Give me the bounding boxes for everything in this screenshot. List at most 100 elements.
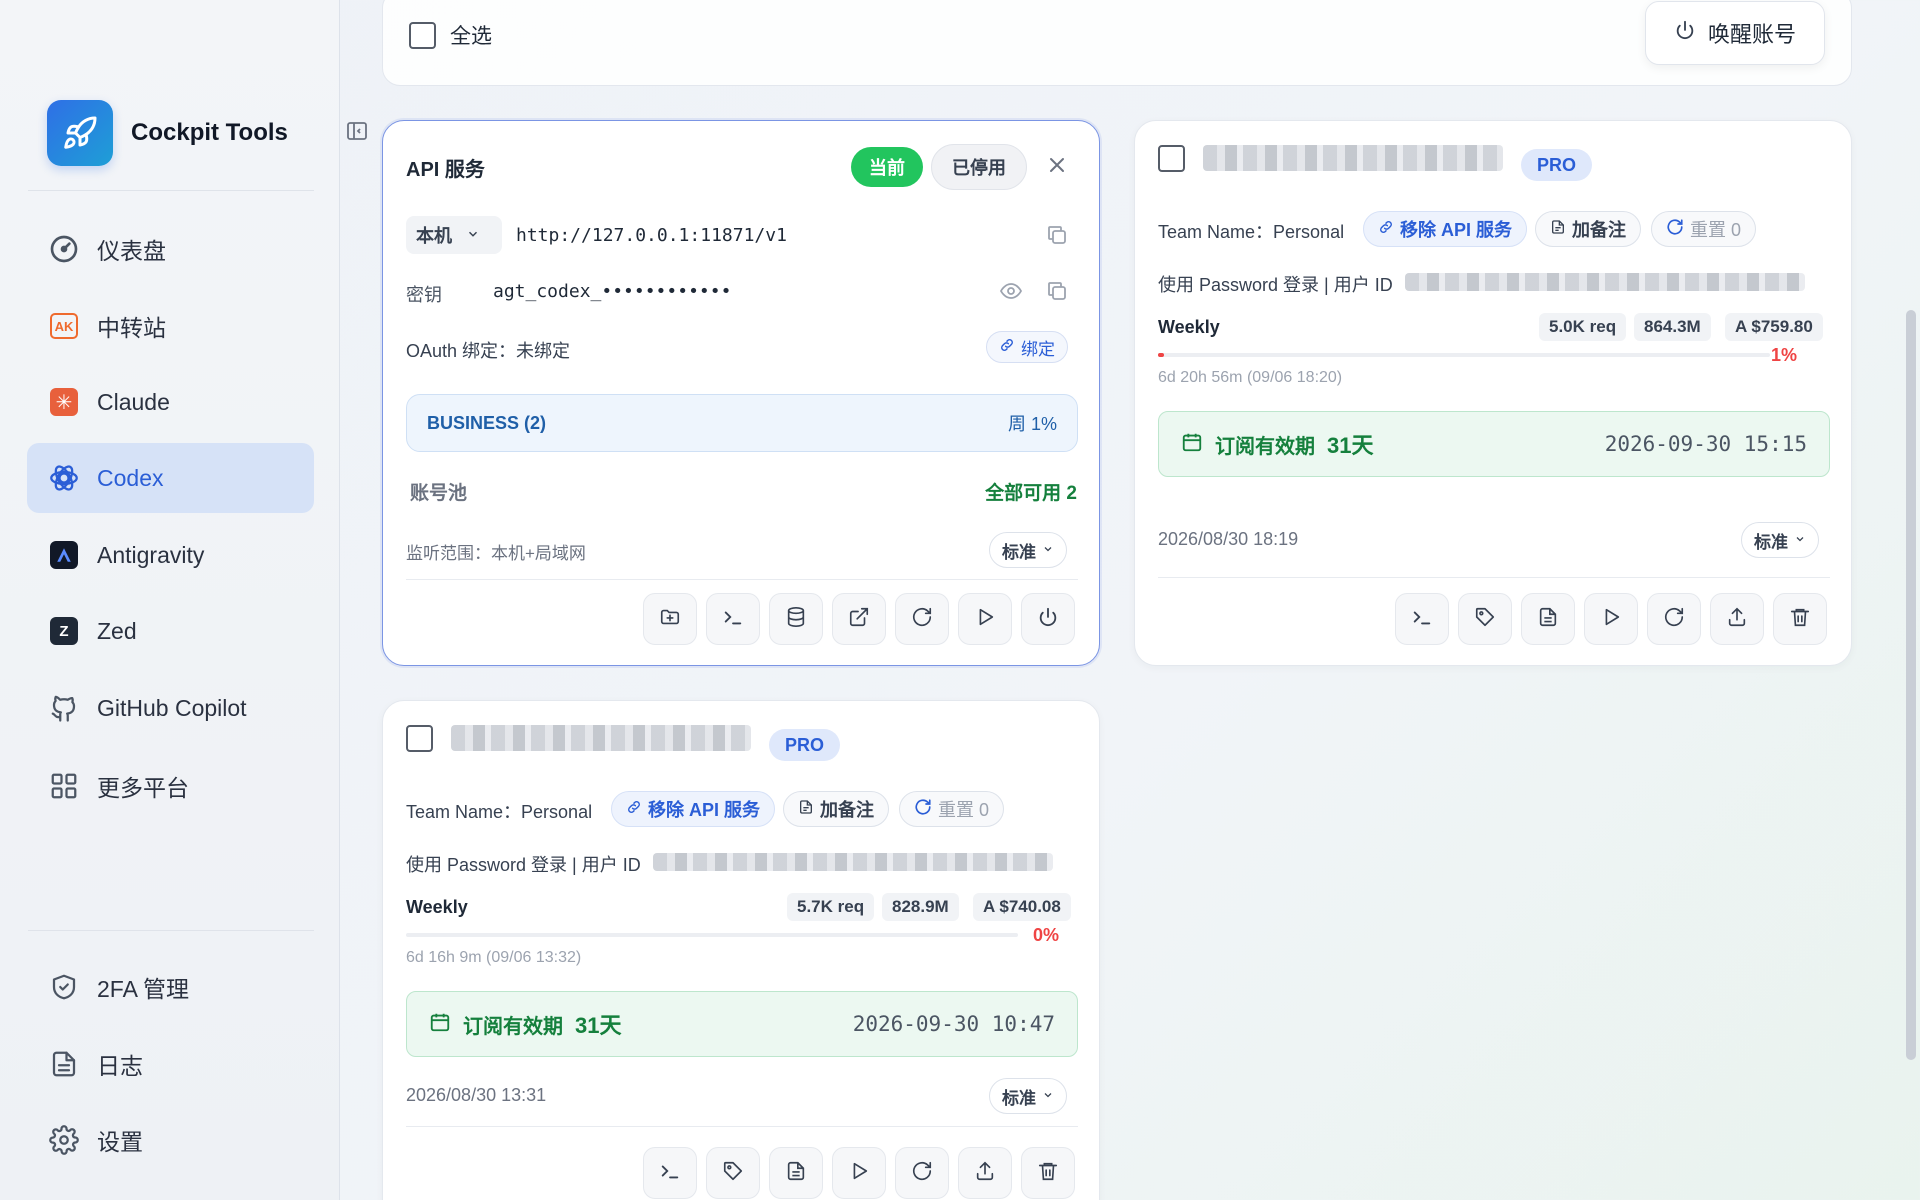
open-folder-button[interactable] — [643, 593, 697, 645]
start-button[interactable] — [832, 1147, 886, 1199]
subscription-date: 2026-09-30 10:47 — [852, 1012, 1055, 1036]
select-all-checkbox[interactable] — [409, 21, 436, 49]
account-checkbox[interactable] — [406, 725, 433, 752]
terminal-button[interactable] — [706, 593, 760, 645]
user-id-redacted — [1405, 273, 1805, 291]
plan-badge: PRO — [769, 729, 841, 761]
terminal-icon — [659, 1160, 681, 1187]
business-usage: 周 1% — [1007, 414, 1057, 434]
document-button[interactable] — [769, 1147, 823, 1199]
sidebar-item-claude[interactable]: ✳ Claude — [27, 367, 314, 437]
cost: A $740.08 — [973, 893, 1071, 921]
created-date: 2026/08/30 13:31 — [406, 1085, 547, 1105]
subscription-days: 31天 — [1327, 433, 1374, 458]
copy-url-icon[interactable] — [1045, 223, 1069, 252]
trash-icon — [1037, 1160, 1059, 1187]
weekly-progress-fill — [1158, 353, 1165, 357]
open-external-button[interactable] — [832, 593, 886, 645]
sidebar-divider — [28, 930, 314, 931]
sidebar-item-github-copilot[interactable]: GitHub Copilot — [27, 673, 314, 743]
terminal-icon — [722, 606, 744, 633]
request-count: 5.7K req — [787, 893, 875, 921]
weekly-progress — [1158, 353, 1770, 357]
rocket-icon — [47, 100, 113, 166]
select-all-label: 全选 — [450, 25, 492, 48]
database-button[interactable] — [769, 593, 823, 645]
mode-select[interactable]: 标准 — [1741, 522, 1819, 558]
sidebar-item-relay[interactable]: AK 中转站 — [27, 291, 314, 361]
reset-label: 重置 0 — [1690, 220, 1742, 240]
refresh-icon — [914, 798, 932, 821]
disabled-toggle-button[interactable]: 已停用 — [931, 144, 1027, 190]
tag-icon — [1474, 606, 1496, 633]
main-scrollbar[interactable] — [1906, 310, 1916, 1060]
current-badge: 当前 — [851, 147, 923, 187]
sidebar-item-label: 日志 — [97, 1053, 143, 1079]
sidebar-collapse-button[interactable] — [343, 118, 371, 148]
sidebar-item-label: GitHub Copilot — [97, 694, 247, 721]
power-button[interactable] — [1021, 593, 1075, 645]
zed-icon: Z — [47, 614, 81, 648]
document-button[interactable] — [1521, 593, 1575, 645]
eye-icon[interactable] — [999, 279, 1023, 308]
api-service-card: API 服务 当前 已停用 本机 http://127.0.0.1:11871/… — [382, 120, 1100, 666]
host-select-value: 本机 — [416, 226, 452, 246]
sidebar: Cockpit Tools 仪表盘 AK 中转站 ✳ Claude Codex … — [0, 0, 340, 1200]
sidebar-item-label: Codex — [97, 464, 164, 491]
sidebar-item-antigravity[interactable]: Antigravity — [27, 520, 314, 590]
power-icon — [1037, 606, 1059, 633]
sidebar-item-codex[interactable]: Codex — [27, 443, 314, 513]
mode-value: 标准 — [1002, 1088, 1036, 1108]
add-note-button[interactable]: 加备注 — [1535, 211, 1641, 247]
sidebar-item-dashboard[interactable]: 仪表盘 — [27, 214, 314, 284]
account-checkbox[interactable] — [1158, 145, 1185, 172]
subscription-box: 订阅有效期 31天 2026-09-30 15:15 — [1158, 411, 1830, 477]
tag-button[interactable] — [706, 1147, 760, 1199]
export-button[interactable] — [1710, 593, 1764, 645]
sidebar-item-2fa[interactable]: 2FA 管理 — [27, 952, 314, 1022]
team-name: Team Name：Personal — [1158, 222, 1345, 242]
add-note-button[interactable]: 加备注 — [783, 791, 889, 827]
chevron-down-icon — [1794, 530, 1806, 550]
sidebar-item-label: Zed — [97, 617, 137, 644]
link-icon — [1378, 219, 1394, 240]
reset-button[interactable]: 重置 0 — [899, 791, 1005, 827]
sidebar-item-logs[interactable]: 日志 — [27, 1029, 314, 1099]
refresh-button[interactable] — [1647, 593, 1701, 645]
terminal-button[interactable] — [1395, 593, 1449, 645]
close-icon[interactable] — [1045, 153, 1069, 182]
tag-button[interactable] — [1458, 593, 1512, 645]
sidebar-item-label: 2FA 管理 — [97, 976, 190, 1002]
remove-api-button[interactable]: 移除 API 服务 — [611, 791, 776, 827]
host-select[interactable]: 本机 — [406, 216, 502, 254]
claude-icon: ✳ — [47, 385, 81, 419]
export-button[interactable] — [958, 1147, 1012, 1199]
sidebar-item-more-platforms[interactable]: 更多平台 — [27, 751, 314, 821]
remove-api-button[interactable]: 移除 API 服务 — [1363, 211, 1528, 247]
delete-button[interactable] — [1021, 1147, 1075, 1199]
chevron-down-icon — [1042, 1086, 1054, 1106]
delete-button[interactable] — [1773, 593, 1827, 645]
sidebar-item-zed[interactable]: Z Zed — [27, 596, 314, 666]
gear-icon — [47, 1123, 81, 1157]
sidebar-item-settings[interactable]: 设置 — [27, 1105, 314, 1175]
copy-key-icon[interactable] — [1045, 279, 1069, 308]
start-button[interactable] — [1584, 593, 1638, 645]
reset-button[interactable]: 重置 0 — [1651, 211, 1757, 247]
brand[interactable]: Cockpit Tools — [47, 100, 288, 166]
refresh-button[interactable] — [895, 593, 949, 645]
refresh-button[interactable] — [895, 1147, 949, 1199]
start-button[interactable] — [958, 593, 1012, 645]
add-note-label: 加备注 — [1572, 220, 1626, 240]
select-all[interactable]: 全选 — [409, 20, 492, 50]
terminal-icon — [1411, 606, 1433, 633]
business-pool-row[interactable]: BUSINESS (2) 周 1% — [406, 394, 1078, 452]
plan-badge: PRO — [1521, 149, 1593, 181]
bind-button[interactable]: 绑定 — [986, 331, 1068, 363]
antigravity-icon — [47, 538, 81, 572]
folder-plus-icon — [659, 606, 681, 633]
api-mode-select[interactable]: 标准 — [989, 532, 1067, 568]
mode-select[interactable]: 标准 — [989, 1078, 1067, 1114]
terminal-button[interactable] — [643, 1147, 697, 1199]
wake-accounts-button[interactable]: 唤醒账号 — [1645, 1, 1825, 65]
